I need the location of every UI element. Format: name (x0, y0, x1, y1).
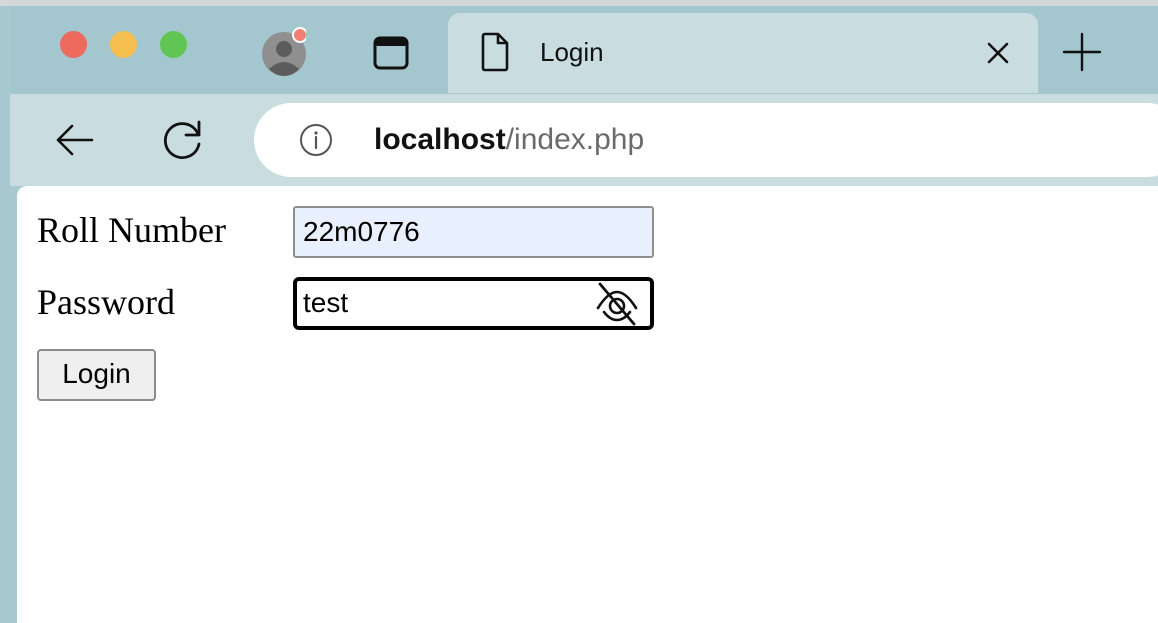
profile-avatar-icon[interactable] (256, 27, 308, 77)
url-host: localhost (374, 123, 506, 156)
roll-number-input[interactable]: 22m0776 (293, 206, 654, 258)
tab-title: Login (540, 37, 604, 67)
browser-window: Login localhost/index.php Roll Number 22… (0, 0, 1158, 623)
arrow-left-icon[interactable] (52, 118, 96, 162)
plus-icon[interactable] (1060, 30, 1104, 74)
sidebar-toggle-icon[interactable] (372, 35, 410, 71)
url-text[interactable]: localhost/index.php (374, 122, 644, 158)
maximize-window-button[interactable] (160, 31, 187, 58)
tab-login[interactable] (448, 13, 1038, 93)
login-button[interactable]: Login (37, 349, 156, 401)
eye-slash-icon[interactable] (594, 282, 640, 326)
reload-icon[interactable] (158, 114, 208, 164)
close-icon[interactable] (985, 40, 1011, 66)
minimize-window-button[interactable] (110, 31, 137, 58)
close-window-button[interactable] (60, 31, 87, 58)
password-label: Password (37, 282, 176, 322)
info-icon[interactable] (298, 122, 334, 158)
document-icon (480, 32, 510, 72)
roll-number-label: Roll Number (37, 210, 226, 250)
url-path: /index.php (505, 123, 645, 156)
